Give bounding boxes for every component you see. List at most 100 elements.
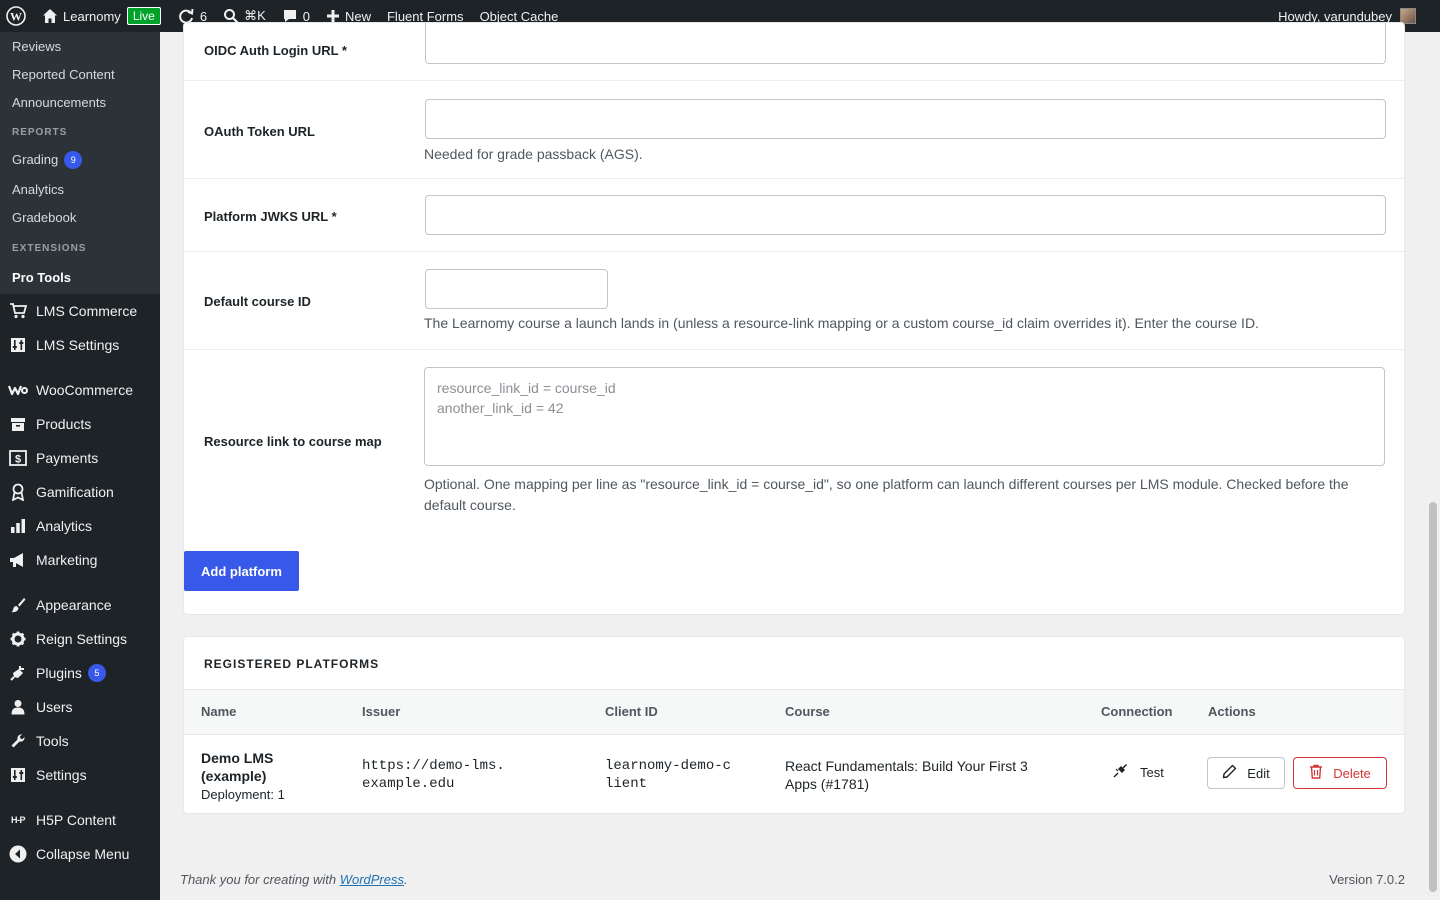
test-connection-button[interactable]: Test (1112, 763, 1164, 782)
scrollbar-thumb[interactable] (1429, 502, 1437, 892)
platform-form-card: OIDC Auth Login URL * OAuth Token URL Ne… (183, 22, 1405, 615)
submenu-gradebook[interactable]: Gradebook (0, 203, 160, 231)
oauth-token-input[interactable] (425, 99, 1386, 139)
submenu-reported-content[interactable]: Reported Content (0, 60, 160, 88)
menu-label: Payments (36, 450, 99, 466)
plug-icon (1112, 763, 1128, 782)
form-row-resource-map: Resource link to course map resource_lin… (184, 350, 1404, 550)
paintbrush-icon (8, 595, 28, 615)
extensions-heading: EXTENSIONS (12, 243, 87, 254)
wrench-icon (8, 731, 28, 751)
menu-label: Users (36, 699, 73, 715)
menu-label: Plugins (36, 665, 82, 681)
menu-reign-settings[interactable]: Reign Settings (0, 622, 160, 656)
user-icon (8, 697, 28, 717)
menu-users[interactable]: Users (0, 690, 160, 724)
oidc-auth-input[interactable] (425, 23, 1386, 64)
site-name: Learnomy (63, 8, 121, 24)
site-name-link[interactable]: Learnomy Live (34, 0, 169, 32)
settings-icon (8, 765, 28, 785)
column-header-actions: Actions (1208, 704, 1256, 719)
menu-label: Tools (36, 733, 69, 749)
submenu-analytics[interactable]: Analytics (0, 175, 160, 203)
footer-thanks: Thank you for creating with WordPress. (180, 872, 408, 887)
resource-map-textarea[interactable]: resource_link_id = course_id another_lin… (424, 367, 1385, 466)
submenu-reviews[interactable]: Reviews (0, 32, 160, 60)
oauth-token-help: Needed for grade passback (AGS). (424, 146, 643, 162)
trash-icon (1309, 764, 1323, 782)
oidc-auth-label: OIDC Auth Login URL * (204, 43, 347, 58)
table-header: Name Issuer Client ID Course Connection … (184, 689, 1404, 735)
grading-count-badge: 9 (64, 150, 83, 169)
plugins-count-badge: 5 (87, 664, 106, 682)
footer-version: Version 7.0.2 (1329, 872, 1405, 887)
menu-marketing[interactable]: Marketing (0, 543, 160, 577)
menu-label: Settings (36, 767, 87, 783)
column-header-name: Name (201, 704, 237, 719)
page-scrollbar[interactable] (1426, 32, 1440, 900)
pencil-icon (1222, 764, 1237, 782)
bar-chart-icon (8, 516, 28, 536)
footer-thanks-prefix: Thank you for creating with (180, 872, 340, 887)
submenu: Reviews Reported Content Announcements R… (0, 32, 160, 294)
form-row-token: OAuth Token URL Needed for grade passbac… (184, 81, 1404, 179)
menu-products[interactable]: Products (0, 407, 160, 441)
menu-label: Marketing (36, 552, 98, 568)
default-course-label: Default course ID (204, 294, 311, 309)
default-course-help: The Learnomy course a launch lands in (u… (424, 315, 1259, 331)
menu-gamification[interactable]: Gamification (0, 475, 160, 509)
menu-woocommerce[interactable]: WooCommerce (0, 373, 160, 407)
menu-label: H5P Content (36, 812, 116, 828)
submenu-announcements[interactable]: Announcements (0, 88, 160, 116)
menu-tools[interactable]: Tools (0, 724, 160, 758)
platform-jwks-input[interactable] (425, 195, 1386, 235)
table-row: Demo LMS (example) Deployment: 1 https:/… (184, 735, 1404, 813)
edit-platform-button[interactable]: Edit (1207, 757, 1285, 789)
wordpress-logo-icon[interactable]: W (0, 0, 34, 32)
menu-payments[interactable]: $ Payments (0, 441, 160, 475)
menu-label: Appearance (36, 597, 112, 613)
column-header-course: Course (785, 704, 830, 719)
platform-client-id: learnomy-demo-client (605, 758, 732, 792)
menu-collapse[interactable]: Collapse Menu (0, 837, 160, 871)
test-label: Test (1140, 765, 1164, 780)
add-platform-button[interactable]: Add platform (184, 551, 299, 591)
submenu-pro-tools[interactable]: Pro Tools (0, 260, 160, 294)
h5p-icon: H-P (11, 815, 26, 825)
live-badge: Live (126, 7, 161, 25)
menu-h5p-content[interactable]: H-P H5P Content (0, 803, 160, 837)
registered-platforms-card: REGISTERED PLATFORMS Name Issuer Client … (183, 636, 1405, 814)
award-icon (8, 482, 28, 502)
menu-appearance[interactable]: Appearance (0, 588, 160, 622)
menu-label: LMS Commerce (36, 303, 138, 319)
delete-platform-button[interactable]: Delete (1293, 757, 1387, 789)
menu-label: Reign Settings (36, 631, 128, 647)
submenu-grading[interactable]: Grading 9 (0, 144, 160, 175)
menu-plugins[interactable]: Plugins 5 (0, 656, 160, 690)
default-course-input[interactable] (425, 269, 608, 309)
woocommerce-icon (8, 380, 28, 400)
footer-thanks-suffix: . (404, 872, 408, 887)
settings-sliders-icon (8, 335, 28, 355)
dollar-card-icon: $ (8, 448, 28, 468)
cart-icon (8, 301, 28, 321)
gear-icon (8, 629, 28, 649)
menu-separator (0, 577, 160, 588)
form-row-oidc: OIDC Auth Login URL * (184, 23, 1404, 81)
platform-jwks-label: Platform JWKS URL * (204, 209, 337, 224)
platform-course: React Fundamentals: Build Your First 3 A… (785, 758, 1028, 792)
menu-label: Analytics (36, 518, 93, 534)
menu-lms-settings[interactable]: LMS Settings (0, 328, 160, 362)
menu-lms-commerce[interactable]: LMS Commerce (0, 294, 160, 328)
megaphone-icon (8, 550, 28, 570)
home-icon (42, 8, 58, 24)
menu-separator (0, 362, 160, 373)
platform-deployment: Deployment: 1 (201, 787, 285, 802)
grading-label: Grading (12, 152, 59, 167)
menu-settings[interactable]: Settings (0, 758, 160, 792)
collapse-arrow-icon (8, 844, 28, 864)
menu-analytics[interactable]: Analytics (0, 509, 160, 543)
column-header-connection: Connection (1101, 704, 1173, 719)
wordpress-link[interactable]: WordPress (340, 872, 404, 887)
form-row-jwks: Platform JWKS URL * (184, 179, 1404, 252)
